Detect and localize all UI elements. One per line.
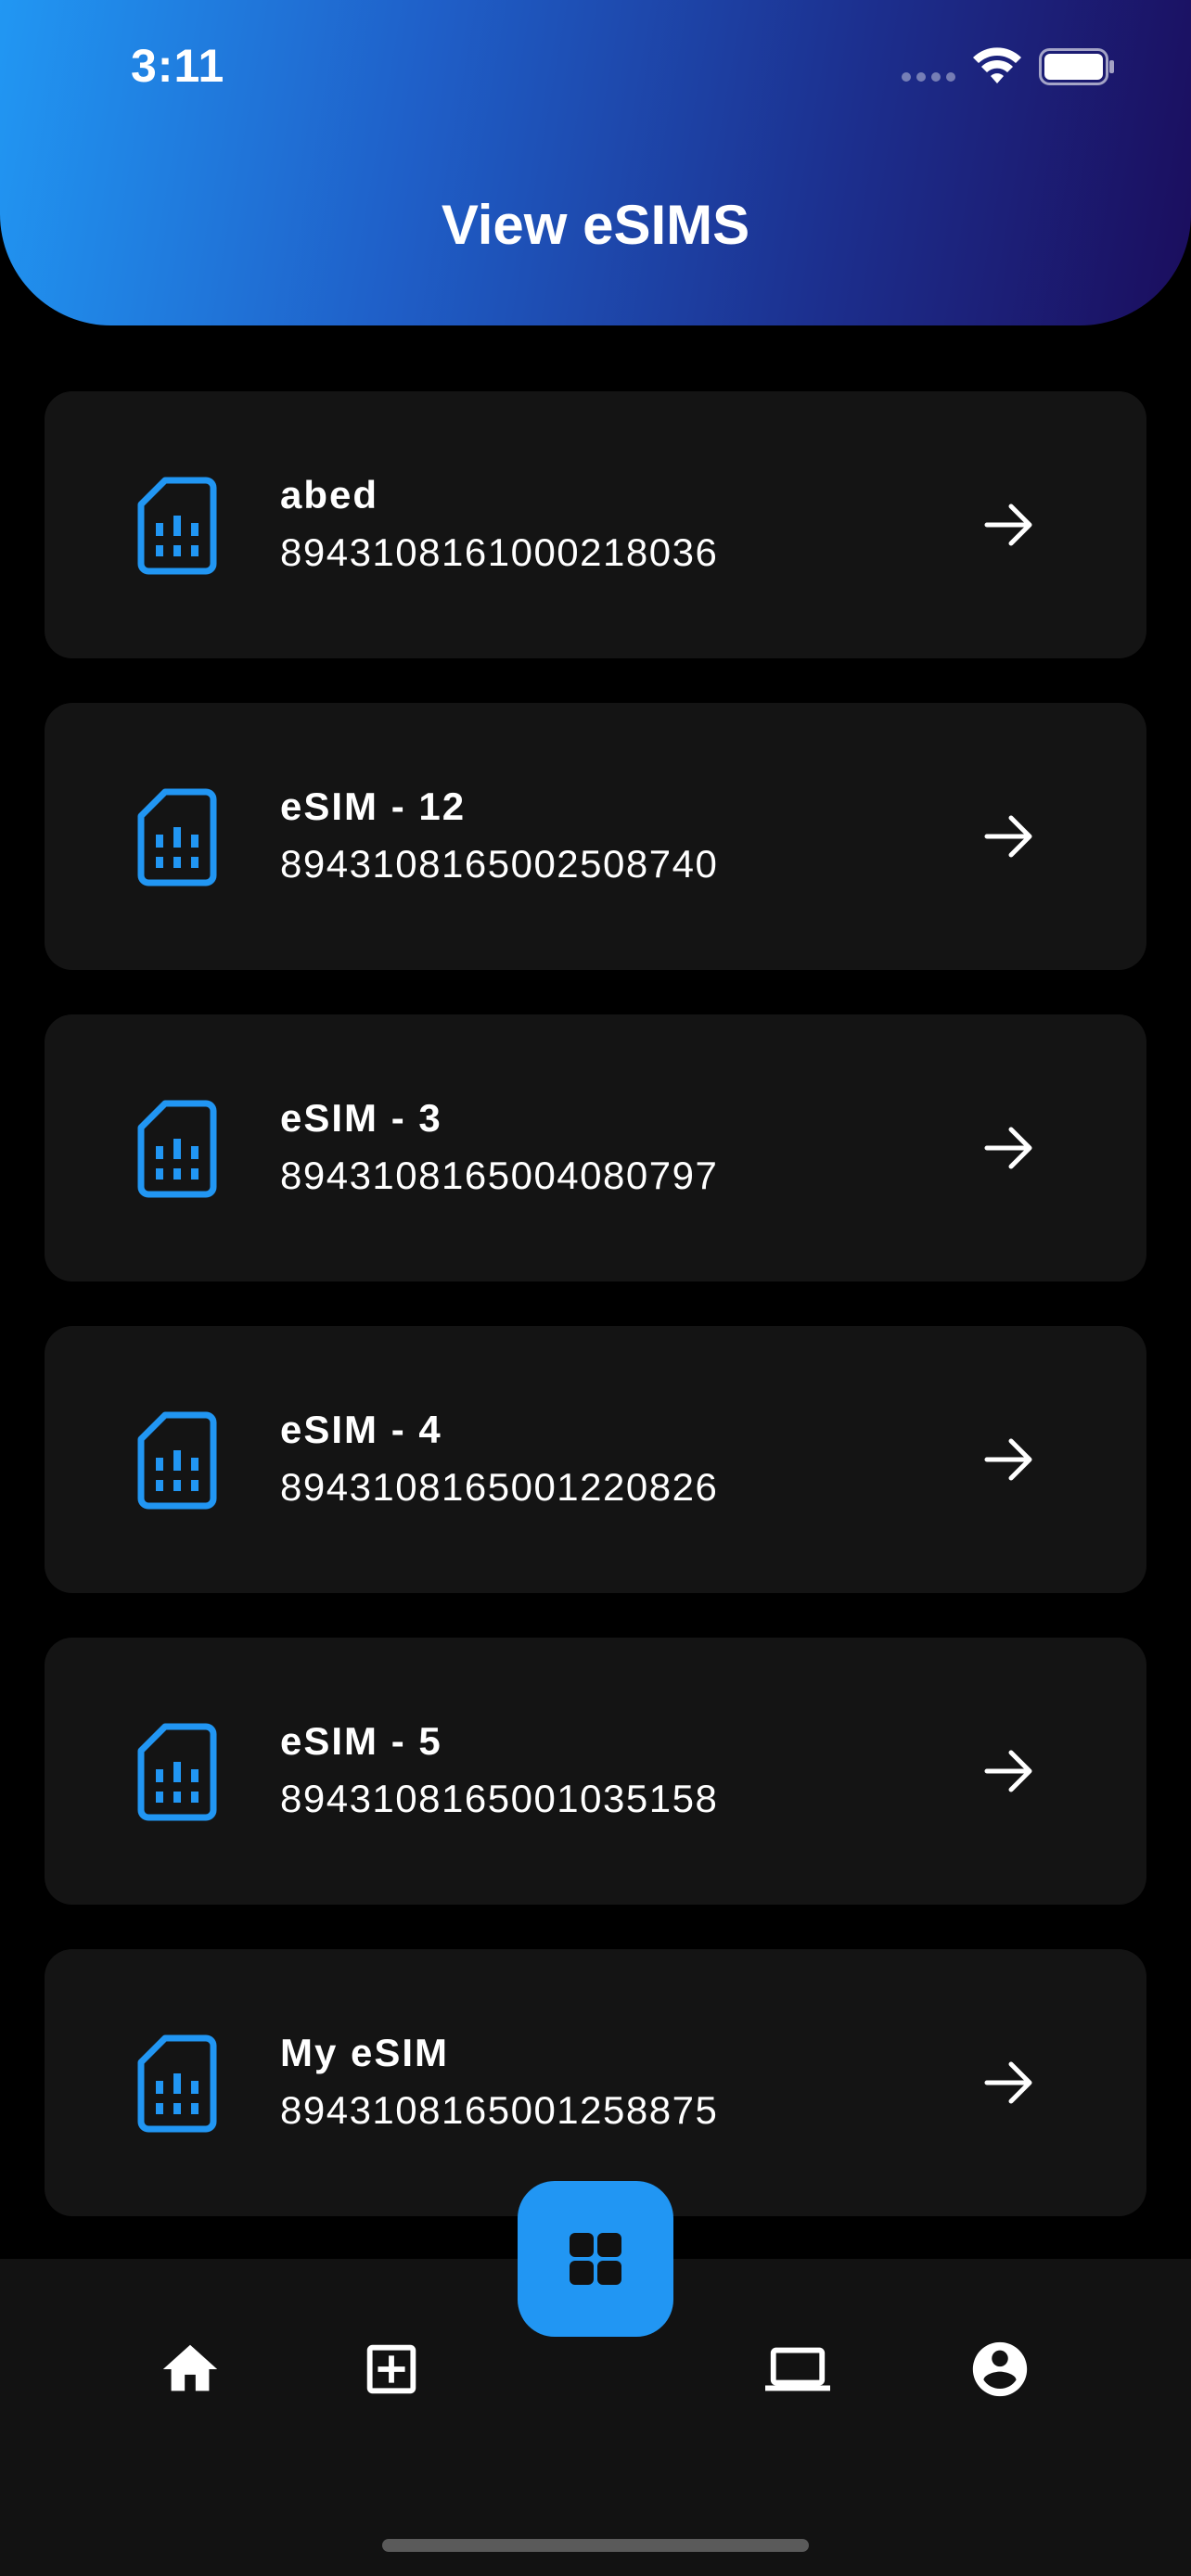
esim-iccid: 8943108165001258875 [280, 2088, 719, 2132]
esim-list: abed 8943108161000218036 eSIM - 12 89431… [45, 391, 1146, 2261]
esim-name: eSIM - 5 [280, 1719, 442, 1763]
esim-name: My eSIM [280, 2031, 450, 2074]
sim-card-icon [137, 477, 217, 575]
sim-card-icon [137, 1100, 217, 1198]
wifi-icon [973, 47, 1021, 83]
page-title: View eSIMS [441, 194, 750, 256]
esim-card[interactable]: eSIM - 3 8943108165004080797 [45, 1014, 1146, 1282]
nav-home-button[interactable] [148, 2327, 232, 2411]
esim-card[interactable]: abed 8943108161000218036 [45, 391, 1146, 658]
signal-dots-icon [902, 72, 957, 83]
arrow-right-icon[interactable] [981, 1743, 1037, 1799]
battery-icon [1039, 48, 1114, 85]
home-indicator [382, 2539, 809, 2552]
status-time: 3:11 [131, 40, 225, 92]
arrow-right-icon[interactable] [981, 497, 1037, 553]
esim-name: abed [280, 473, 379, 516]
arrow-right-icon[interactable] [981, 1432, 1037, 1487]
header: 3:11 View eSIMS [0, 0, 1191, 325]
esim-card[interactable]: eSIM - 5 8943108165001035158 [45, 1638, 1146, 1905]
esim-name: eSIM - 12 [280, 784, 467, 828]
arrow-right-icon[interactable] [981, 809, 1037, 864]
esim-iccid: 8943108165001035158 [280, 1777, 719, 1820]
esim-iccid: 8943108165004080797 [280, 1154, 719, 1197]
arrow-right-icon[interactable] [981, 1120, 1037, 1176]
esim-iccid: 8943108165002508740 [280, 842, 719, 886]
account-circle-icon [972, 2341, 1028, 2397]
esim-card[interactable]: eSIM - 4 8943108165001220826 [45, 1326, 1146, 1593]
grid-icon [570, 2233, 621, 2285]
esim-card[interactable]: eSIM - 12 8943108165002508740 [45, 703, 1146, 970]
center-action-button[interactable] [518, 2181, 673, 2337]
esim-card[interactable]: My eSIM 8943108165001258875 [45, 1949, 1146, 2216]
sim-card-icon [137, 1411, 217, 1510]
sim-card-icon [137, 1723, 217, 1821]
sim-card-icon [137, 788, 217, 886]
esim-iccid: 8943108165001220826 [280, 1465, 719, 1509]
esim-name: eSIM - 4 [280, 1408, 442, 1451]
nav-profile-button[interactable] [958, 2327, 1042, 2411]
nav-devices-button[interactable] [756, 2327, 839, 2411]
esim-name: eSIM - 3 [280, 1096, 442, 1140]
laptop-icon [765, 2347, 830, 2391]
esim-iccid: 8943108161000218036 [280, 530, 719, 574]
add-box-icon [366, 2344, 416, 2394]
arrow-right-icon[interactable] [981, 2055, 1037, 2111]
home-icon [162, 2344, 218, 2391]
sim-card-icon [137, 2034, 217, 2133]
nav-add-button[interactable] [350, 2327, 433, 2411]
